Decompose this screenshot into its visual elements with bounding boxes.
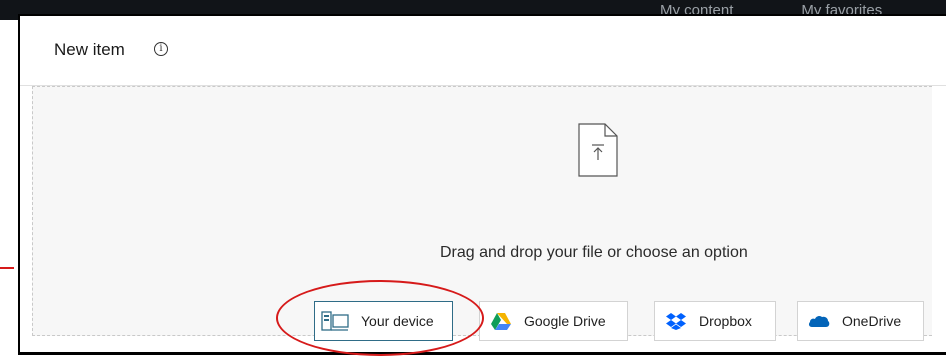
onedrive-icon [808, 315, 830, 327]
file-dropzone[interactable] [32, 86, 932, 336]
annotation-arrow-line [0, 267, 14, 269]
dialog-header: New item i [20, 16, 946, 86]
google-drive-button[interactable]: Google Drive [479, 301, 628, 341]
dropbox-icon [666, 313, 686, 330]
file-upload-icon [578, 123, 618, 177]
google-drive-label: Google Drive [524, 313, 606, 329]
dropzone-instruction: Drag and drop your file or choose an opt… [440, 244, 748, 261]
dialog-title: New item [54, 40, 125, 59]
onedrive-label: OneDrive [842, 313, 902, 329]
screenshot-border-bottom [18, 352, 946, 355]
device-icon [321, 311, 349, 331]
onedrive-button[interactable]: OneDrive [797, 301, 924, 341]
your-device-label: Your device [361, 313, 434, 329]
google-drive-icon [491, 312, 511, 330]
your-device-button[interactable]: Your device [314, 301, 453, 341]
info-icon[interactable]: i [154, 42, 168, 56]
dropbox-label: Dropbox [699, 313, 752, 329]
dropbox-button[interactable]: Dropbox [654, 301, 776, 341]
